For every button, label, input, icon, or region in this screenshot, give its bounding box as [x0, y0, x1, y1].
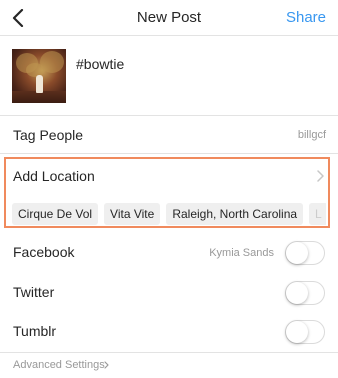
caption-input[interactable]: #bowtie	[76, 56, 124, 72]
twitter-row: Twitter	[0, 275, 338, 313]
tag-people-label: Tag People	[13, 127, 84, 143]
post-thumbnail[interactable]	[12, 49, 66, 103]
nav-header: New Post Share	[0, 0, 338, 36]
tagged-user: billgcf	[297, 129, 326, 141]
advanced-settings-button[interactable]: Advanced Settings	[0, 352, 338, 378]
chevron-right-icon	[317, 170, 324, 182]
add-location-button[interactable]: Add Location	[6, 159, 328, 193]
facebook-label: Facebook	[13, 244, 75, 260]
location-chip[interactable]: Cirque De Vol	[12, 203, 99, 225]
tumblr-toggle[interactable]	[285, 320, 325, 344]
chevron-right-icon	[104, 361, 109, 369]
share-button[interactable]: Share	[286, 9, 326, 26]
tumblr-label: Tumblr	[13, 323, 57, 339]
facebook-row: Facebook Kymia Sands	[0, 235, 338, 273]
location-suggestions[interactable]: Cirque De Vol Vita Vite Raleigh, North Car…	[12, 203, 326, 225]
twitter-toggle[interactable]	[285, 281, 325, 305]
tumblr-row: Tumblr	[0, 314, 338, 352]
location-chip[interactable]: Raleigh, North Carolina	[166, 203, 304, 225]
location-section: Add Location Cirque De Vol Vita Vite Ralei…	[4, 157, 330, 228]
facebook-toggle[interactable]	[285, 241, 325, 265]
advanced-settings-label: Advanced Settings	[13, 359, 105, 371]
tag-people-row[interactable]: Tag People billgcf	[0, 116, 338, 154]
location-chip[interactable]: Vita Vite	[104, 203, 161, 225]
facebook-account: Kymia Sands	[209, 247, 274, 259]
twitter-label: Twitter	[13, 284, 55, 300]
location-chip[interactable]: L	[309, 203, 326, 225]
add-location-label: Add Location	[13, 168, 95, 184]
post-preview: #bowtie	[0, 36, 338, 116]
